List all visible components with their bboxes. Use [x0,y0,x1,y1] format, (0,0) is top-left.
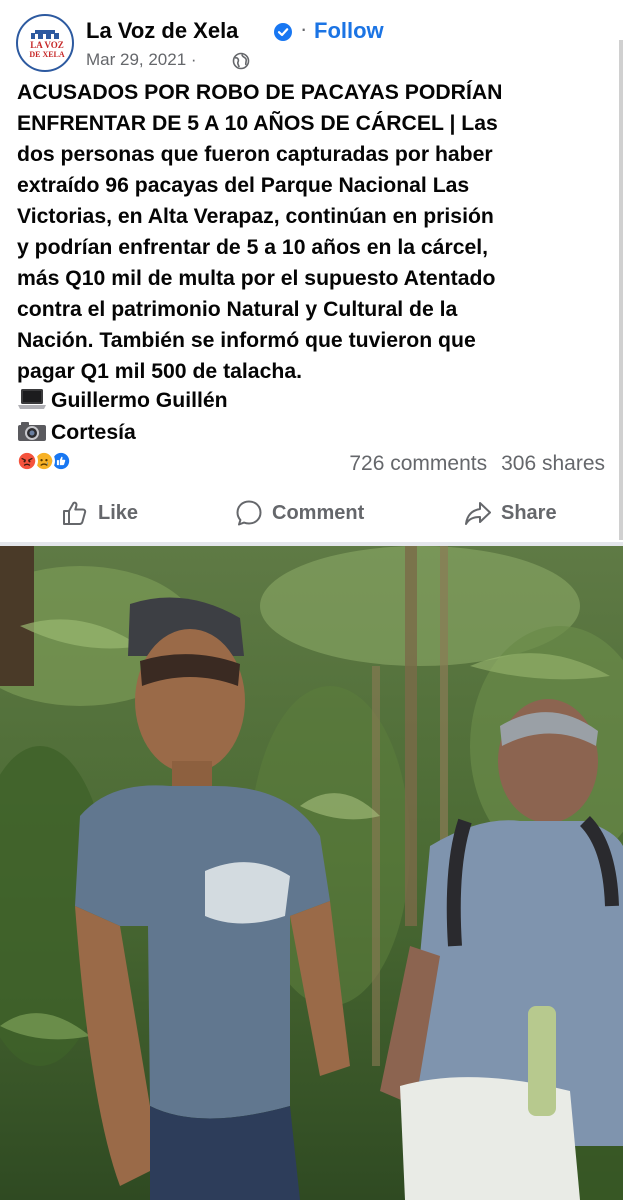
like-button[interactable]: Like [60,493,138,533]
angry-reaction-icon [16,450,38,472]
credit-photo-name: Cortesía [51,421,136,444]
thumbs-up-icon [63,501,87,525]
scroll-edge [619,40,623,540]
action-bar: Like Comment Share [0,493,623,533]
post-body: ACUSADOS POR ROBO DE PACAYAS PODRÍAN ENF… [17,77,617,387]
page-avatar[interactable]: LA VOZ DE XELA [16,14,74,72]
like-label: Like [98,501,139,524]
post-photo[interactable] [0,546,623,1200]
post-header: LA VOZ DE XELA La Voz de Xela · Follow M… [16,14,616,74]
comments-count[interactable]: 726 comments [349,452,487,475]
post-text-line: Victorias, en Alta Verapaz, continúan en… [17,205,494,228]
comment-bubble-icon [236,500,262,526]
comment-button[interactable]: Comment [234,493,364,533]
logo-text-line1: LA VOZ [30,40,64,50]
engagement-counts: 726 comments 306 shares [349,452,605,476]
post-text-line: y podrían enfrentar de 5 a 10 años en la… [17,236,489,259]
post-date[interactable]: Mar 29, 2021 · [86,50,197,70]
post-text-line: contra el patrimonio Natural y Cultural … [17,298,458,321]
separator-dot: · [300,16,308,41]
post-text-line: ACUSADOS POR ROBO DE PACAYAS PODRÍAN [17,81,503,104]
globe-icon [232,52,250,70]
reaction-summary[interactable] [16,450,86,472]
credit-author: Guillermo Guillén [17,387,228,413]
verified-badge-icon [274,23,292,41]
camera-emoji-icon [18,422,46,441]
comment-label: Comment [272,501,365,524]
credit-photo: Cortesía [17,419,136,445]
share-label: Share [501,501,557,524]
shares-count[interactable]: 306 shares [501,452,605,475]
credit-author-name: Guillermo Guillén [51,389,228,412]
page-name[interactable]: La Voz de Xela [86,18,238,44]
post-text-line: extraído 96 pacayas del Parque Nacional … [17,174,470,197]
post-text-line: más Q10 mil de multa por el supuesto Ate… [17,267,496,290]
post-text-line: pagar Q1 mil 500 de talacha. [17,360,302,383]
laptop-emoji-icon [18,389,46,409]
building-icon [31,30,59,39]
post-text-line: ENFRENTAR DE 5 A 10 AÑOS DE CÁRCEL | Las [17,112,498,135]
follow-button[interactable]: Follow [314,18,384,44]
share-button[interactable]: Share [463,493,557,533]
share-arrow-icon [465,502,491,525]
post-text-line: Nación. También se informó que tuvieron … [17,329,476,352]
post-text-line: dos personas que fueron capturadas por h… [17,143,493,166]
photo-illustration [0,546,623,1200]
logo-text-line2: DE XELA [29,50,65,59]
